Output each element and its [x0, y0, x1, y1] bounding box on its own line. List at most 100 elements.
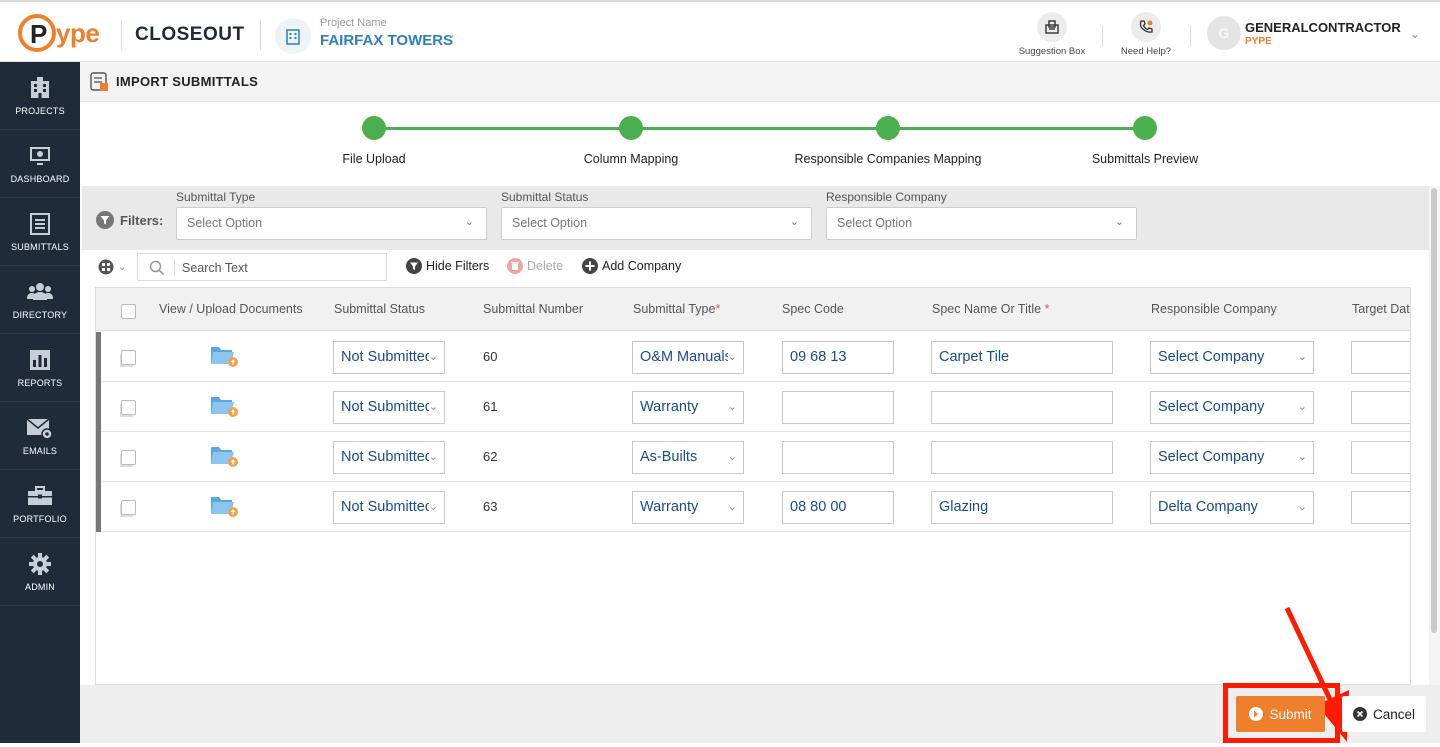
submittal-number: 60: [483, 349, 498, 364]
spec-name-input[interactable]: Carpet Tile: [931, 341, 1113, 374]
delete-button[interactable]: Delete: [507, 258, 563, 274]
arrow-right-circle-icon: [1249, 707, 1264, 721]
submittal-status-dropdown[interactable]: Not Submitted ⌄: [333, 441, 445, 474]
row-checkbox[interactable]: [121, 350, 136, 365]
submittal-type-dropdown[interactable]: Warranty ⌄: [632, 491, 744, 524]
filter-label: Responsible Company: [826, 190, 947, 204]
column-header[interactable]: Submittal Number: [483, 302, 583, 316]
filters-label-text: Filters:: [120, 212, 164, 228]
chevron-down-icon[interactable]: ⌄: [1410, 27, 1420, 41]
sidebar-item-portfolio[interactable]: PORTFOLIO: [0, 470, 80, 538]
monitor-icon: [30, 146, 50, 165]
column-header[interactable]: Submittal Status: [334, 302, 425, 316]
logo-mark: P: [18, 14, 56, 52]
chevron-down-icon: ⌄: [1297, 500, 1307, 513]
column-chooser-button[interactable]: ⌄: [98, 259, 126, 275]
column-header[interactable]: Responsible Company: [1151, 302, 1277, 316]
spec-code-input[interactable]: [782, 441, 894, 474]
phone-help-icon: [1131, 12, 1161, 42]
spec-name-input[interactable]: Glazing: [931, 491, 1113, 524]
chevron-down-icon: ⌄: [428, 450, 438, 463]
submit-button[interactable]: Submit: [1236, 696, 1325, 732]
sidebar-item-admin[interactable]: ADMIN: [0, 538, 80, 606]
spec-name-input[interactable]: [931, 441, 1113, 474]
step-dot-file-upload[interactable]: [362, 116, 386, 140]
step-dot-submittals-preview[interactable]: [1133, 116, 1157, 140]
table-row[interactable]: Not Submitted ⌄ 62 As-Builts ⌄ Select Comp…: [96, 432, 1410, 482]
column-header[interactable]: Spec Code: [782, 302, 844, 316]
column-header[interactable]: Spec Name Or Title *: [932, 302, 1049, 316]
submittal-status-dropdown[interactable]: Not Submitted ⌄: [333, 491, 445, 524]
submittal-status-select[interactable]: Select Option ⌄: [501, 207, 812, 240]
chevron-down-icon: ⌄: [1297, 450, 1307, 463]
row-checkbox[interactable]: [121, 450, 136, 465]
sidebar-item-directory[interactable]: DIRECTORY: [0, 266, 80, 334]
user-org: PYPE: [1245, 36, 1272, 47]
spec-code-input[interactable]: 08 80 00: [782, 491, 894, 524]
email-icon: [26, 417, 53, 440]
step-dot-companies-mapping[interactable]: [876, 116, 900, 140]
submittal-type-select[interactable]: Select Option ⌄: [176, 207, 487, 240]
select-all-checkbox[interactable]: [121, 304, 136, 319]
responsible-company-dropdown[interactable]: Select Company ⌄: [1150, 341, 1314, 374]
import-stepper: File Upload Column Mapping Responsible C…: [80, 102, 1440, 186]
column-header[interactable]: Target Dat: [1352, 302, 1410, 316]
row-checkbox[interactable]: [121, 400, 136, 415]
submittal-status-dropdown[interactable]: Not Submitted ⌄: [333, 341, 445, 374]
row-indicator: [96, 382, 101, 432]
responsible-company-dropdown[interactable]: Delta Company ⌄: [1150, 491, 1314, 524]
submittal-type-dropdown[interactable]: O&M Manuals ⌄: [632, 341, 744, 374]
search-box: [137, 253, 387, 281]
sidebar-item-dashboard[interactable]: DASHBOARD: [0, 130, 80, 198]
chevron-down-icon: ⌄: [1297, 400, 1307, 413]
table-row[interactable]: Not Submitted ⌄ 63 Warranty ⌄ 08 80 00 Gla…: [96, 482, 1410, 532]
search-input[interactable]: [182, 258, 372, 278]
target-date-input[interactable]: [1351, 341, 1410, 374]
pype-logo[interactable]: P ype: [18, 12, 110, 54]
stepper-progress-line: [374, 127, 1146, 130]
spec-code-input[interactable]: [782, 391, 894, 424]
target-date-input[interactable]: [1351, 441, 1410, 474]
submittal-status-dropdown[interactable]: Not Submitted ⌄: [333, 391, 445, 424]
sidebar-item-submittals[interactable]: SUBMITTALS: [0, 198, 80, 266]
target-date-input[interactable]: [1351, 491, 1410, 524]
filter-icon: [406, 258, 422, 274]
folder-upload-icon[interactable]: [210, 343, 240, 369]
sidebar-item-reports[interactable]: REPORTS: [0, 334, 80, 402]
suggestion-box-button[interactable]: Suggestion Box: [1007, 12, 1097, 57]
target-date-input[interactable]: [1351, 391, 1410, 424]
avatar[interactable]: G: [1207, 16, 1241, 50]
table-row[interactable]: Not Submitted ⌄ 60 O&M Manuals ⌄ 09 68 13 …: [96, 332, 1410, 382]
column-header[interactable]: View / Upload Documents: [159, 302, 303, 316]
help-button[interactable]: Need Help?: [1101, 12, 1191, 57]
submittal-type-dropdown[interactable]: Warranty ⌄: [632, 391, 744, 424]
grid-toolbar: ⌄ Hide Filters Delete Add Company: [96, 252, 1396, 282]
cell-value: Select Company: [1158, 399, 1265, 415]
column-header[interactable]: Submittal Type*: [633, 302, 720, 316]
cancel-button[interactable]: Cancel: [1342, 696, 1426, 732]
folder-upload-icon[interactable]: [210, 493, 240, 519]
step-label-column-mapping: Column Mapping: [583, 152, 679, 166]
responsible-company-select[interactable]: Select Option ⌄: [826, 207, 1137, 240]
row-checkbox[interactable]: [121, 500, 136, 515]
responsible-company-dropdown[interactable]: Select Company ⌄: [1150, 441, 1314, 474]
folder-upload-icon[interactable]: [210, 393, 240, 419]
responsible-company-dropdown[interactable]: Select Company ⌄: [1150, 391, 1314, 424]
spec-name-input[interactable]: [931, 391, 1113, 424]
chevron-down-icon[interactable]: ⌄: [446, 27, 456, 41]
user-name[interactable]: GENERALCONTRACTOR: [1245, 20, 1401, 35]
sidebar-item-emails[interactable]: EMAILS: [0, 402, 80, 470]
table-row[interactable]: Not Submitted ⌄ 61 Warranty ⌄ Select Compa…: [96, 382, 1410, 432]
sidebar-item-projects[interactable]: PROJECTS: [0, 62, 80, 130]
step-dot-column-mapping[interactable]: [619, 116, 643, 140]
folder-upload-icon[interactable]: [210, 443, 240, 469]
scrollbar[interactable]: [1429, 186, 1440, 685]
trash-icon: [507, 258, 523, 274]
spec-code-input[interactable]: 09 68 13: [782, 341, 894, 374]
add-company-button[interactable]: Add Company: [582, 258, 681, 274]
submittal-type-dropdown[interactable]: As-Builts ⌄: [632, 441, 744, 474]
hide-filters-button[interactable]: Hide Filters: [406, 258, 489, 274]
scrollbar-thumb[interactable]: [1431, 188, 1437, 633]
column-header-text: Spec Name Or Title: [932, 302, 1042, 316]
project-selector[interactable]: FAIRFAX TOWERS: [320, 32, 453, 49]
